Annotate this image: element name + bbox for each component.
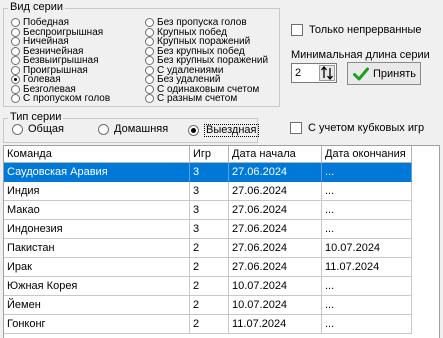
min-length-label: Минимальная длина серии (291, 49, 430, 61)
table-cell-team[interactable]: Индия (4, 182, 190, 201)
accept-button-label: Принять (373, 67, 416, 80)
table-cell-start[interactable]: 27.06.2024 (229, 239, 322, 258)
radio-label: С разным счетом (157, 93, 238, 104)
min-length-value[interactable]: 2 (295, 67, 301, 79)
table-row[interactable]: Пакистан 2 27.06.2024 10.07.2024 (4, 239, 412, 258)
accept-button[interactable]: Принять (347, 62, 421, 85)
table-cell-start[interactable]: 27.06.2024 (229, 201, 322, 220)
table-row[interactable]: Йемен 2 10.07.2024... (4, 296, 412, 315)
table-cell-end[interactable]: ... (322, 182, 412, 201)
table-row[interactable]: Макао 3 27.06.2024... (4, 201, 412, 220)
radio-label: Домашняя (114, 123, 169, 135)
radio-label: С пропуском голов (23, 93, 111, 104)
table-cell-end[interactable]: ... (322, 277, 412, 296)
table-cell-team[interactable]: Гонконг (4, 315, 190, 334)
radio-button[interactable] (145, 94, 154, 103)
radio-button[interactable] (12, 124, 23, 135)
table-cell-team[interactable]: Йемен (4, 296, 190, 315)
radio-label: Выездная (204, 124, 259, 137)
table-cell-end[interactable]: 11.07.2024 (322, 258, 412, 277)
table-cell-start[interactable]: 27.06.2024 (229, 258, 322, 277)
radio-button[interactable] (11, 94, 20, 103)
table-cell-team[interactable]: Макао (4, 201, 190, 220)
column-header-end[interactable]: Дата окончания (322, 146, 412, 163)
table-cell-team[interactable]: Саудовская Аравия (4, 163, 190, 182)
radio-button[interactable] (98, 124, 109, 135)
column-header-start[interactable]: Дата начала (229, 146, 322, 163)
cup-games-checkbox[interactable]: С учетом кубковых игр (290, 122, 424, 134)
table-cell-start[interactable]: 10.07.2024 (229, 277, 322, 296)
table-cell-end[interactable]: ... (322, 315, 412, 334)
radio-button[interactable] (188, 125, 199, 136)
radio-label: Общая (28, 123, 64, 135)
cup-games-box[interactable] (290, 122, 302, 134)
table-cell-games[interactable]: 3 (190, 163, 229, 182)
only-continuous-checkbox[interactable]: Только непрерванные (291, 24, 422, 36)
table-cell-start[interactable]: 10.07.2024 (229, 296, 322, 315)
table-cell-start[interactable]: 27.06.2024 (229, 163, 322, 182)
min-length-spinner[interactable]: 2 (291, 63, 337, 83)
spinner-arrows-icon[interactable] (319, 65, 335, 81)
table-row[interactable]: Индия 3 27.06.2024... (4, 182, 412, 201)
table-cell-games[interactable]: 2 (190, 315, 229, 334)
table-row[interactable]: Южная Корея 2 10.07.2024... (4, 277, 412, 296)
series-type-option[interactable]: Выездная (188, 124, 259, 137)
table-cell-games[interactable]: 3 (190, 201, 229, 220)
series-kind-title: Вид серии (8, 1, 65, 13)
table-cell-end[interactable]: ... (322, 163, 412, 182)
series-kind-option[interactable]: С пропуском голов (11, 93, 110, 104)
table-cell-games[interactable]: 2 (190, 239, 229, 258)
table-cell-games[interactable]: 2 (190, 277, 229, 296)
table-cell-team[interactable]: Ирак (4, 258, 190, 277)
table-cell-games[interactable]: 2 (190, 296, 229, 315)
column-header-team[interactable]: Команда (4, 146, 190, 163)
series-table[interactable]: Команда Игр Дата начала Дата окончания С… (3, 145, 440, 338)
table-cell-games[interactable]: 2 (190, 258, 229, 277)
check-icon (353, 67, 369, 80)
table-cell-games[interactable]: 3 (190, 182, 229, 201)
series-type-option[interactable]: Домашняя (98, 124, 168, 135)
table-cell-end[interactable]: 10.07.2024 (322, 239, 412, 258)
table-cell-team[interactable]: Индонезия (4, 220, 190, 239)
table-cell-start[interactable]: 27.06.2024 (229, 220, 322, 239)
table-cell-start[interactable]: 11.07.2024 (229, 315, 322, 334)
only-continuous-label: Только непрерванные (309, 24, 422, 36)
table-row[interactable]: Ирак 2 27.06.2024 11.07.2024 (4, 258, 412, 277)
series-kind-option[interactable]: С разным счетом (145, 93, 237, 104)
series-type-option[interactable]: Общая (12, 124, 64, 135)
table-row[interactable]: Индонезия 3 27.06.2024... (4, 220, 412, 239)
table-cell-start[interactable]: 27.06.2024 (229, 182, 322, 201)
table-row[interactable]: Саудовская Аравия 3 27.06.2024... (4, 163, 412, 182)
table-row[interactable]: Гонконг 2 11.07.2024... (4, 315, 412, 334)
table-cell-end[interactable]: ... (322, 201, 412, 220)
table-cell-end[interactable]: ... (322, 220, 412, 239)
table-cell-team[interactable]: Пакистан (4, 239, 190, 258)
table-cell-end[interactable]: ... (322, 296, 412, 315)
column-header-games[interactable]: Игр (190, 146, 229, 163)
table-cell-team[interactable]: Южная Корея (4, 277, 190, 296)
table-cell-games[interactable]: 3 (190, 220, 229, 239)
cup-games-label: С учетом кубковых игр (308, 122, 425, 134)
only-continuous-box[interactable] (291, 24, 303, 36)
series-type-title: Тип серии (8, 111, 64, 123)
